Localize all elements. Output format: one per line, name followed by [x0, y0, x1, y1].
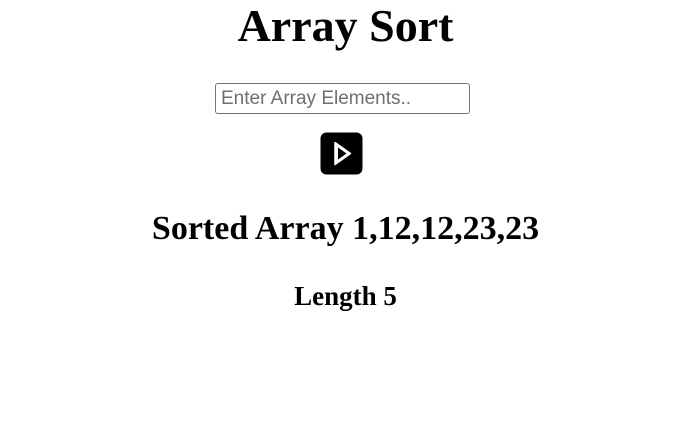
sorted-array-values: 1,12,12,23,23 — [352, 210, 540, 247]
array-length-result: Length 5 — [0, 280, 691, 312]
length-label: Length — [294, 281, 377, 311]
array-elements-input[interactable] — [215, 83, 470, 114]
sort-button[interactable] — [320, 132, 363, 175]
sorted-array-result: Sorted Array 1,12,12,23,23 — [0, 208, 691, 250]
play-icon — [320, 132, 363, 175]
array-sort-page: Array Sort Sorted Array 1,12,12,23,23 Le… — [0, 0, 691, 421]
length-value: 5 — [383, 281, 397, 311]
page-title: Array Sort — [237, 0, 454, 51]
sorted-array-label: Sorted Array — [151, 210, 344, 247]
